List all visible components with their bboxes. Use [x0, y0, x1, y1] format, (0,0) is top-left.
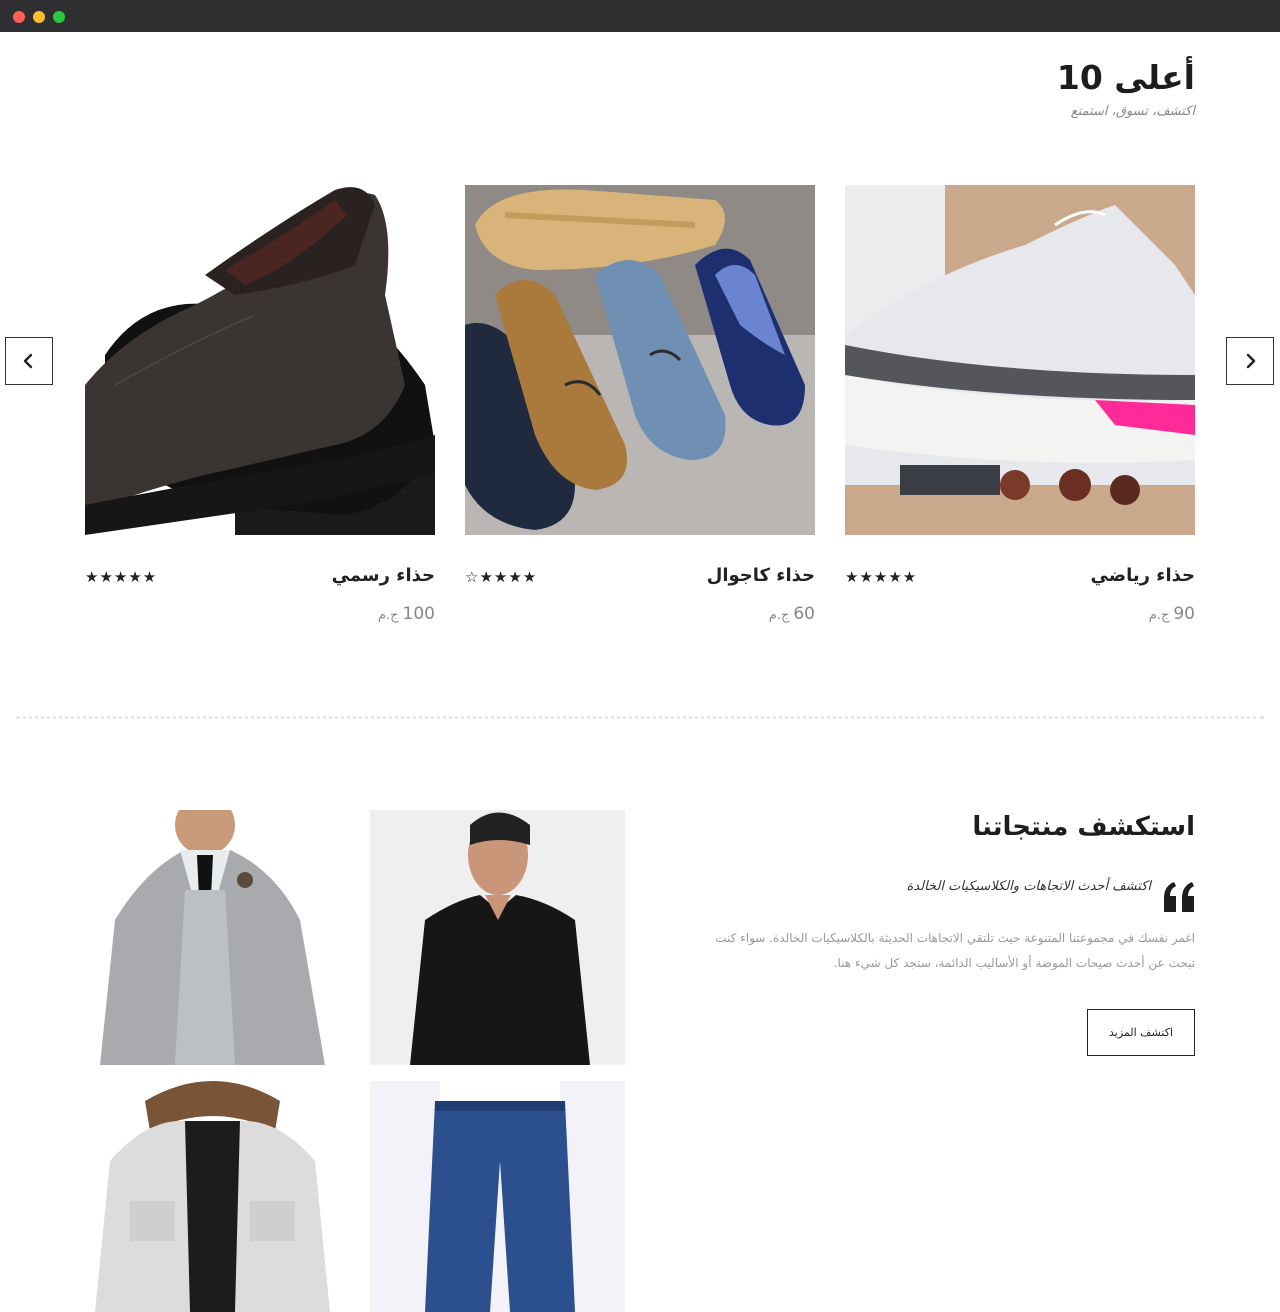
price-value: 100 [402, 604, 435, 624]
section-divider [16, 716, 1264, 719]
product-rating-stars: ★★★★★ [85, 568, 158, 586]
product-price: 100ج.م [378, 604, 435, 624]
product-image-black-shirt[interactable] [370, 810, 625, 1065]
carousel-prev-button[interactable] [5, 337, 53, 385]
explore-description: اغمر نفسك في مجموعتنا المتنوعة حيث تلتقي… [715, 931, 1195, 970]
price-currency: ج.م [768, 608, 790, 623]
minimize-window-icon[interactable] [33, 11, 45, 23]
product-rating-stars: ★★★★★ [845, 568, 918, 586]
price-value: 60 [793, 604, 815, 624]
product-image-formal-shoe[interactable] [85, 185, 435, 535]
quote-icon [1164, 882, 1194, 912]
close-window-icon[interactable] [13, 11, 25, 23]
product-image-suit[interactable] [85, 810, 340, 1065]
price-currency: ج.م [377, 608, 399, 623]
product-price: 90ج.م [1149, 604, 1195, 624]
product-name[interactable]: حذاء رسمي [332, 565, 435, 586]
product-price: 60ج.م [769, 604, 815, 624]
price-value: 90 [1173, 604, 1195, 624]
section-subtitle: اكتشف، تسوق، استمتع [1070, 104, 1195, 119]
product-card[interactable]: حذاء رياضي ★★★★★ 90ج.م [845, 185, 1195, 624]
product-image-jacket[interactable] [85, 1081, 340, 1312]
browser-titlebar [0, 0, 1280, 32]
product-card[interactable]: حذاء كاجوال ☆★★★★ 60ج.م [465, 185, 815, 624]
chevron-right-icon [1246, 353, 1256, 369]
product-image-sports-shoe[interactable] [845, 185, 1195, 535]
section-title: أعلى 10 [1056, 58, 1195, 97]
carousel-next-button[interactable] [1226, 337, 1274, 385]
quote-text: اكتشف أحدث الاتجاهات والكلاسيكيات الخالد… [906, 879, 1152, 894]
product-name[interactable]: حذاء رياضي [1091, 565, 1196, 586]
explore-title: استكشف منتجاتنا [972, 812, 1195, 842]
product-image-jeans[interactable] [370, 1081, 625, 1312]
product-image-casual-shoe[interactable] [465, 185, 815, 535]
maximize-window-icon[interactable] [53, 11, 65, 23]
product-card[interactable]: حذاء رسمي ★★★★★ 100ج.م [85, 185, 435, 624]
discover-more-button[interactable]: اكتشف المزيد [1087, 1009, 1195, 1056]
chevron-left-icon [23, 353, 33, 369]
product-rating-stars: ☆★★★★ [465, 568, 538, 586]
price-currency: ج.م [1148, 608, 1170, 623]
product-name[interactable]: حذاء كاجوال [707, 565, 815, 586]
